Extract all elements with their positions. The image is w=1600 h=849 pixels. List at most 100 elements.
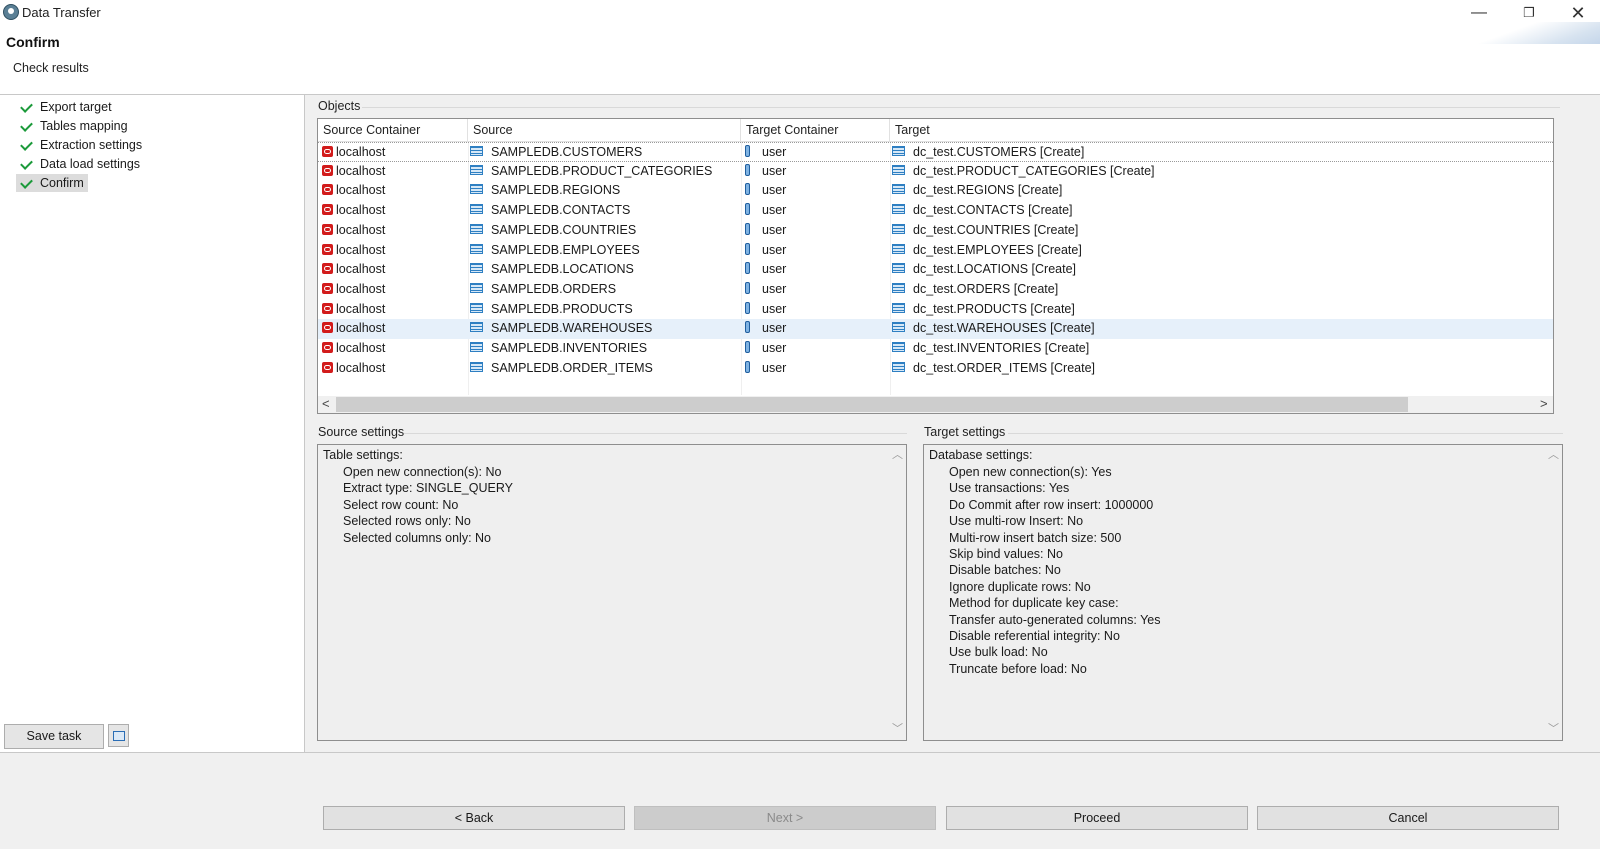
cancel-button[interactable]: Cancel bbox=[1257, 806, 1559, 830]
oracle-icon bbox=[322, 302, 333, 314]
target-settings-panel[interactable]: Database settings: Open new connection(s… bbox=[923, 444, 1563, 741]
cell-text: dc_test.INVENTORIES [Create] bbox=[913, 341, 1090, 355]
table-icon bbox=[892, 302, 905, 313]
source-settings-label: Source settings bbox=[318, 425, 405, 439]
nav-item-extraction-settings[interactable]: Extraction settings bbox=[16, 136, 146, 154]
column-header-source[interactable]: Source bbox=[468, 119, 741, 142]
cell-text: user bbox=[762, 341, 787, 355]
target-setting-line: Skip bind values: No bbox=[949, 547, 1063, 561]
schema-icon bbox=[745, 163, 750, 176]
table-row[interactable]: localhost SAMPLEDB.ORDERS user dc_test.ORDE… bbox=[318, 280, 1553, 300]
nav-item-export-target[interactable]: Export target bbox=[16, 98, 116, 116]
cell-text: dc_test.REGIONS [Create] bbox=[913, 183, 1063, 198]
nav-item-data-load-settings[interactable]: Data load settings bbox=[16, 155, 144, 173]
schema-icon bbox=[745, 183, 750, 196]
table-icon bbox=[892, 322, 905, 333]
table-row[interactable]: localhost SAMPLEDB.ORDER_ITEMS user dc_test… bbox=[318, 359, 1553, 379]
cell-text: dc_test.EMPLOYEES [Create] bbox=[913, 242, 1082, 257]
source-settings-panel[interactable]: Table settings: Open new connection(s): … bbox=[317, 444, 907, 741]
cell-text: localhost bbox=[336, 301, 386, 316]
cell-text: SAMPLEDB.INVENTORIES bbox=[491, 341, 648, 355]
table-icon bbox=[470, 164, 483, 175]
nav-item-tables-mapping[interactable]: Tables mapping bbox=[16, 117, 132, 135]
source-setting-line: Select row count: No bbox=[343, 498, 459, 512]
oracle-icon bbox=[322, 146, 333, 157]
nav-item-label: Export target bbox=[40, 100, 112, 114]
target-cell: dc_test.CUSTOMERS [Create] bbox=[892, 143, 1084, 163]
scrollbar-thumb[interactable] bbox=[336, 397, 1408, 412]
source-cell: SAMPLEDB.INVENTORIES bbox=[470, 339, 647, 359]
target-setting-line: Use bulk load: No bbox=[949, 645, 1048, 659]
table-row[interactable]: localhost SAMPLEDB.PRODUCT_CATEGORIES user… bbox=[318, 162, 1553, 182]
target-setting-line: Use multi-row Insert: No bbox=[949, 514, 1084, 528]
column-header-source-container[interactable]: Source Container bbox=[318, 119, 468, 142]
cell-text: dc_test.COUNTRIES [Create] bbox=[913, 222, 1079, 237]
column-header-target[interactable]: Target bbox=[890, 119, 1553, 142]
target-cell: dc_test.WAREHOUSES [Create] bbox=[892, 319, 1095, 339]
table-row[interactable]: localhost SAMPLEDB.LOCATIONS user dc_test.L… bbox=[318, 260, 1553, 280]
target-cell: dc_test.ORDER_ITEMS [Create] bbox=[892, 359, 1095, 379]
column-header-target-container[interactable]: Target Container bbox=[741, 119, 890, 142]
source-container-cell: localhost bbox=[322, 260, 385, 280]
table-row[interactable]: localhost SAMPLEDB.EMPLOYEES user dc_test.E… bbox=[318, 241, 1553, 261]
table-icon bbox=[892, 282, 905, 293]
table-row[interactable]: localhost SAMPLEDB.INVENTORIES user dc_test… bbox=[318, 339, 1553, 359]
source-container-cell: localhost bbox=[322, 280, 385, 300]
table-icon bbox=[470, 361, 483, 372]
table-row[interactable]: localhost SAMPLEDB.REGIONS user dc_test.REG… bbox=[318, 181, 1553, 201]
target-container-cell: user bbox=[745, 280, 786, 300]
back-button[interactable]: < Back bbox=[323, 806, 625, 830]
table-row[interactable]: localhost SAMPLEDB.CONTACTS user dc_test.CO… bbox=[318, 201, 1553, 221]
source-container-cell: localhost bbox=[322, 359, 385, 379]
objects-table[interactable]: Source Container Source Target Container… bbox=[317, 118, 1554, 414]
table-row[interactable]: localhost SAMPLEDB.CUSTOMERS user dc_test.C… bbox=[318, 142, 1553, 162]
table-icon bbox=[892, 223, 905, 234]
source-container-cell: localhost bbox=[322, 221, 385, 241]
source-cell: SAMPLEDB.PRODUCTS bbox=[470, 300, 633, 320]
table-row[interactable]: localhost SAMPLEDB.PRODUCTS user dc_test.PR… bbox=[318, 300, 1553, 320]
cell-text: user bbox=[762, 281, 787, 296]
cell-text: localhost bbox=[336, 183, 386, 198]
target-container-cell: user bbox=[745, 300, 786, 320]
table-icon bbox=[892, 146, 905, 156]
table-icon bbox=[470, 204, 483, 215]
minimize-button[interactable]: — bbox=[1456, 2, 1502, 24]
cell-text: localhost bbox=[336, 262, 386, 277]
target-container-cell: user bbox=[745, 181, 786, 201]
target-container-cell: user bbox=[745, 319, 786, 339]
table-row[interactable]: localhost SAMPLEDB.COUNTRIES user dc_test.C… bbox=[318, 221, 1553, 241]
target-setting-line: Ignore duplicate rows: No bbox=[949, 580, 1091, 594]
print-icon bbox=[113, 731, 125, 741]
scroll-up-icon[interactable]: ︿ bbox=[1548, 447, 1559, 463]
page-title: Confirm bbox=[6, 34, 60, 50]
oracle-icon bbox=[322, 223, 333, 235]
scroll-down-icon[interactable]: ﹀ bbox=[1548, 721, 1559, 737]
scroll-left-icon[interactable]: < bbox=[322, 396, 330, 411]
scroll-down-icon[interactable]: ﹀ bbox=[892, 721, 903, 737]
target-setting-line: Transfer auto-generated columns: Yes bbox=[949, 613, 1161, 627]
cell-text: user bbox=[762, 145, 787, 159]
cell-text: localhost bbox=[336, 222, 386, 237]
save-task-button[interactable]: Save task bbox=[4, 724, 104, 749]
source-cell: SAMPLEDB.WAREHOUSES bbox=[470, 319, 652, 339]
table-row[interactable]: localhost SAMPLEDB.WAREHOUSES user dc_test.… bbox=[318, 319, 1553, 339]
oracle-icon bbox=[322, 204, 333, 216]
table-icon bbox=[892, 164, 905, 175]
proceed-button[interactable]: Proceed bbox=[946, 806, 1248, 830]
check-icon bbox=[20, 100, 33, 114]
table-icon bbox=[892, 204, 905, 215]
oracle-icon bbox=[322, 342, 333, 353]
schema-icon bbox=[745, 360, 750, 373]
target-cell: dc_test.PRODUCTS [Create] bbox=[892, 300, 1075, 320]
nav-item-confirm[interactable]: Confirm bbox=[16, 174, 88, 192]
oracle-icon bbox=[322, 164, 333, 176]
scroll-right-icon[interactable]: > bbox=[1540, 396, 1548, 411]
scroll-up-icon[interactable]: ︿ bbox=[892, 447, 903, 463]
close-button[interactable]: ✕ bbox=[1555, 2, 1600, 24]
cell-text: dc_test.ORDERS [Create] bbox=[913, 281, 1059, 296]
maximize-button[interactable]: ❐ bbox=[1506, 2, 1552, 24]
cell-text: user bbox=[762, 301, 787, 316]
print-task-button[interactable] bbox=[108, 724, 129, 747]
next-button[interactable]: Next > bbox=[634, 806, 936, 830]
target-setting-line: Truncate before load: No bbox=[949, 662, 1087, 676]
